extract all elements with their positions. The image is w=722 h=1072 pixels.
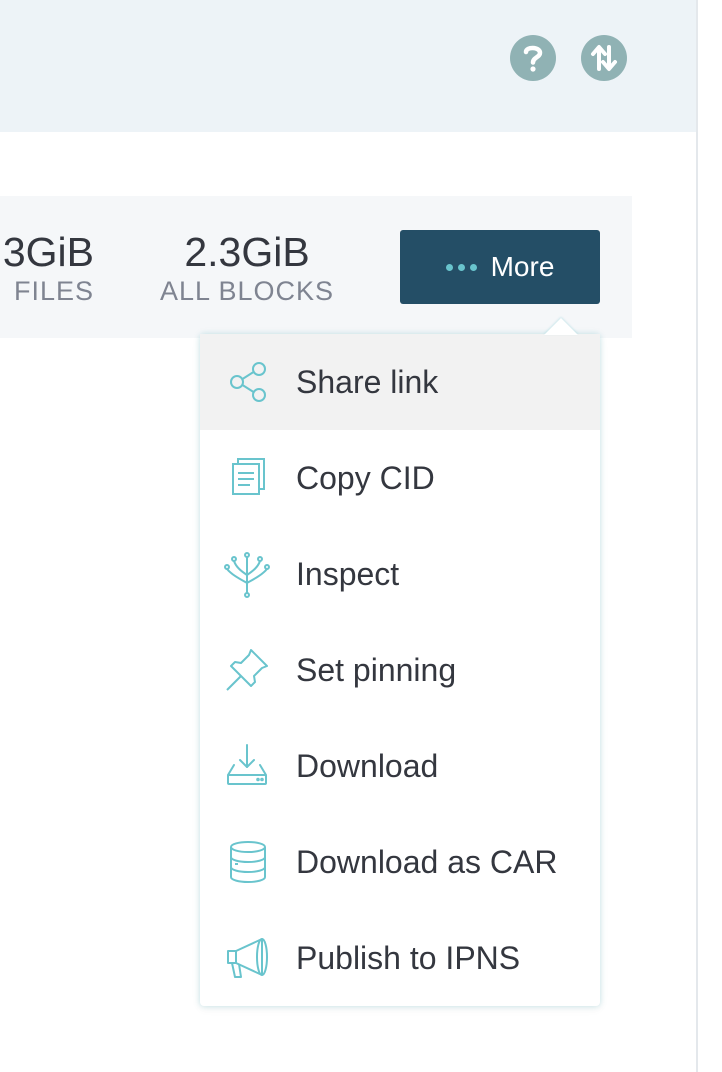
blocks-size-label: ALL BLOCKS: [159, 276, 335, 306]
blocks-size-value: 2.3GiB: [184, 229, 310, 275]
menu-item-label: Set pinning: [296, 651, 457, 688]
menu-item-label: Download: [296, 747, 439, 784]
question-mark-icon: [523, 45, 543, 72]
menu-item-set-pinning[interactable]: Set pinning: [200, 622, 600, 718]
more-button[interactable]: More: [400, 230, 600, 304]
blocks-stat: 2.3GiB ALL BLOCKS: [152, 228, 342, 306]
transfer-button[interactable]: [581, 35, 627, 81]
menu-item-label: Download as CAR: [296, 843, 558, 880]
help-button[interactable]: [510, 35, 556, 81]
tree-icon: [224, 552, 270, 598]
menu-item-copy-cid[interactable]: Copy CID: [200, 430, 600, 526]
page-right-divider: [696, 0, 698, 1072]
menu-item-label: Inspect: [296, 555, 400, 592]
menu-item-publish-to-ipns[interactable]: Publish to IPNS: [200, 910, 600, 1006]
up-down-arrows-icon: [591, 45, 617, 71]
menu-item-inspect[interactable]: Inspect: [200, 526, 600, 622]
copy-icon: [232, 458, 265, 495]
files-stat: 3GiB FILES: [0, 228, 108, 306]
files-size-value: 3GiB: [2, 229, 94, 275]
menu-item-label: Publish to IPNS: [296, 939, 521, 976]
menu-item-label: Copy CID: [296, 459, 435, 496]
pin-icon: [226, 649, 268, 691]
menu-item-download[interactable]: Download: [200, 718, 600, 814]
download-icon: [227, 744, 267, 785]
menu-item-share-link[interactable]: Share link: [200, 334, 600, 430]
more-button-label: More: [490, 251, 555, 282]
menu-item-download-as-car[interactable]: Download as CAR: [200, 814, 600, 910]
database-icon: [230, 841, 266, 884]
menu-item-label: Share link: [296, 363, 439, 400]
more-actions-menu: Share link Copy CID Inspect Set pinning …: [200, 334, 600, 1006]
dots-icon: [445, 263, 477, 271]
files-size-label: FILES: [13, 276, 94, 306]
share-icon: [230, 362, 266, 402]
menu-pointer-arrow: [544, 318, 578, 335]
megaphone-icon: [227, 938, 268, 978]
